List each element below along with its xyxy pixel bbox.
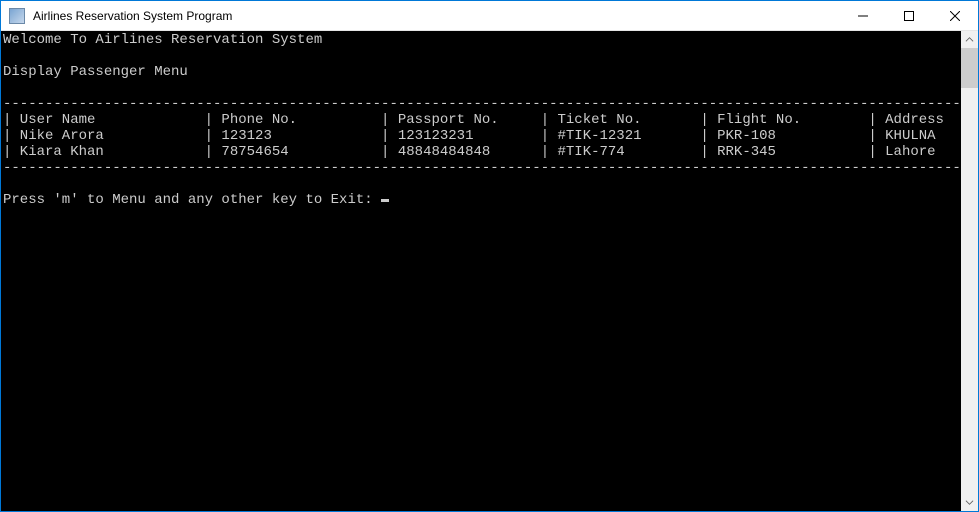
console-output[interactable]: Welcome To Airlines Reservation System D… [1, 31, 961, 511]
scroll-down-arrow-icon[interactable] [961, 494, 978, 511]
window-titlebar: Airlines Reservation System Program [1, 1, 978, 31]
window-title: Airlines Reservation System Program [33, 9, 232, 23]
console-area: Welcome To Airlines Reservation System D… [1, 31, 978, 511]
scrollbar-thumb[interactable] [961, 48, 978, 88]
minimize-button[interactable] [840, 1, 886, 31]
text-cursor [381, 199, 389, 202]
maximize-button[interactable] [886, 1, 932, 31]
close-button[interactable] [932, 1, 978, 31]
vertical-scrollbar[interactable] [961, 31, 978, 511]
app-icon [9, 8, 25, 24]
scroll-up-arrow-icon[interactable] [961, 31, 978, 48]
scrollbar-track[interactable] [961, 48, 978, 494]
